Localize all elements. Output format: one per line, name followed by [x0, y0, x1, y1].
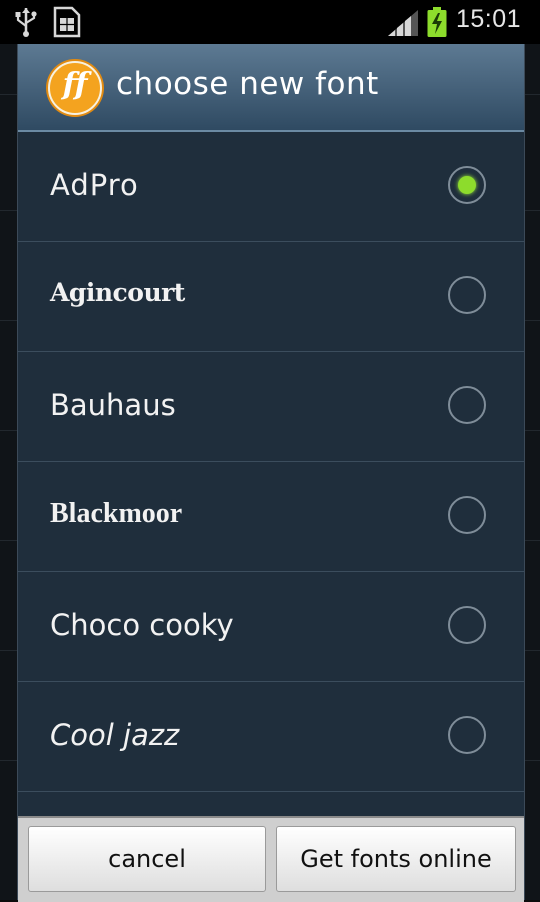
get-fonts-online-button[interactable]: Get fonts online — [276, 826, 516, 892]
radio-button[interactable] — [448, 716, 486, 754]
font-option-adpro[interactable]: AdPro — [18, 132, 524, 242]
font-option-agincourt[interactable]: Agincourt — [18, 242, 524, 352]
dialog-button-bar: cancel Get fonts online — [18, 816, 524, 902]
font-option-bauhaus[interactable]: Bauhaus — [18, 352, 524, 462]
font-option-blackmoor[interactable]: Blackmoor — [18, 462, 524, 572]
font-option-choco-cooky[interactable]: Choco cooky — [18, 572, 524, 682]
app-logo-icon: ff — [48, 61, 102, 115]
signal-icon — [388, 10, 418, 36]
radio-button[interactable] — [448, 496, 486, 534]
radio-button[interactable] — [448, 386, 486, 424]
usb-icon — [15, 8, 37, 37]
font-option-label: Blackmoor — [50, 498, 183, 529]
font-option-label: Bauhaus — [50, 388, 176, 422]
cancel-button[interactable]: cancel — [28, 826, 266, 892]
dialog-header: ff choose new font — [18, 44, 524, 132]
status-time: 15:01 — [456, 5, 522, 33]
font-option-label: Choco cooky — [50, 608, 234, 642]
font-option-label: AdPro — [50, 168, 139, 202]
radio-button-selected[interactable] — [448, 166, 486, 204]
sim-card-icon — [53, 6, 81, 38]
font-chooser-dialog: ff choose new font AdPro Agincourt Bauha… — [17, 44, 525, 902]
font-option-label: Agincourt — [50, 278, 185, 307]
font-option-label: Cool jazz — [50, 718, 180, 752]
battery-charging-icon — [427, 7, 447, 37]
font-option-cool-jazz[interactable]: Cool jazz — [18, 682, 524, 792]
radio-button[interactable] — [448, 606, 486, 644]
radio-button[interactable] — [448, 276, 486, 314]
font-list: AdPro Agincourt Bauhaus Blackmoor Choco … — [18, 132, 524, 792]
app-logo-letters: ff — [62, 67, 88, 102]
status-bar: 15:01 — [0, 0, 540, 44]
dialog-title: choose new font — [116, 66, 379, 102]
